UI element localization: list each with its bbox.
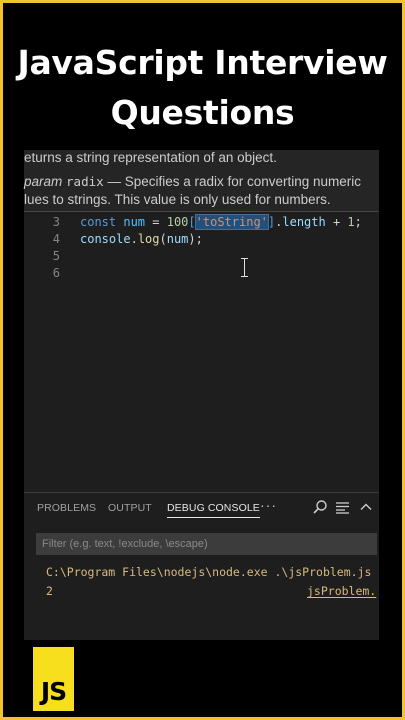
- code-area[interactable]: 3 const num = 100['toString'].length + 1…: [24, 214, 379, 334]
- panel-tabs: PROBLEMS OUTPUT DEBUG CONSOLE ···: [24, 493, 379, 523]
- hover-doc-line-3: lues to strings. This value is only used…: [24, 192, 331, 207]
- line-number: 3: [52, 215, 60, 229]
- operator: +: [325, 215, 348, 229]
- page-title: JavaScript Interview Questions: [0, 38, 405, 138]
- more-actions-button[interactable]: ···: [260, 497, 277, 513]
- property: length: [282, 215, 326, 229]
- param-description: — Specifies a radix for converting numer…: [107, 174, 362, 189]
- keyword: const: [80, 215, 117, 229]
- operator: =: [145, 215, 167, 229]
- code-line[interactable]: 6: [24, 265, 379, 282]
- javascript-logo: JS: [33, 647, 74, 711]
- code-editor[interactable]: eturns a string representation of an obj…: [24, 150, 379, 640]
- number-literal: 100: [166, 215, 189, 229]
- argument: num: [166, 232, 189, 246]
- title-line-1: JavaScript Interview: [17, 43, 388, 82]
- tab-problems[interactable]: PROBLEMS: [37, 502, 96, 514]
- paren-close: );: [188, 232, 203, 246]
- hover-documentation: eturns a string representation of an obj…: [24, 150, 379, 212]
- paren-open: (: [159, 232, 167, 246]
- param-tag: param: [24, 174, 63, 189]
- semicolon: ;: [354, 215, 362, 229]
- title-line-2: Questions: [110, 93, 295, 132]
- logo-text: JS: [40, 677, 67, 706]
- code-text[interactable]: console.log(num);: [80, 231, 203, 248]
- hover-doc-param-line: param radix — Specifies a radix for conv…: [24, 174, 361, 189]
- bracket-open: [: [188, 215, 196, 229]
- code-line[interactable]: 4 console.log(num);: [24, 231, 379, 248]
- output-source-link[interactable]: jsProblem.: [307, 584, 376, 598]
- tab-output[interactable]: OUTPUT: [108, 502, 152, 514]
- line-number: 4: [52, 232, 60, 246]
- dot: .: [130, 232, 138, 246]
- bottom-panel: PROBLEMS OUTPUT DEBUG CONSOLE ··· Filter…: [24, 492, 379, 640]
- tab-debug-console[interactable]: DEBUG CONSOLE: [167, 502, 260, 518]
- chevron-up-icon[interactable]: [358, 499, 374, 515]
- number-literal: 1: [347, 215, 355, 229]
- line-number: 5: [52, 249, 60, 263]
- code-text[interactable]: const num = 100['toString'].length + 1;: [80, 214, 362, 231]
- param-name: radix: [66, 174, 104, 189]
- text-cursor-icon: [240, 258, 250, 278]
- function-name: log: [137, 232, 160, 246]
- hover-doc-line-1: eturns a string representation of an obj…: [24, 150, 277, 165]
- filter-input[interactable]: Filter (e.g. text, !exclude, \escape): [36, 533, 377, 555]
- variable: num: [123, 215, 146, 229]
- code-line[interactable]: 5: [24, 248, 379, 265]
- code-line[interactable]: 3 const num = 100['toString'].length + 1…: [24, 214, 379, 231]
- line-number: 6: [52, 266, 60, 280]
- output-command-line: C:\Program Files\nodejs\node.exe .\jsPro…: [46, 565, 372, 579]
- object: console: [80, 232, 131, 246]
- filter-lines-icon[interactable]: [335, 499, 351, 515]
- output-value: 2: [46, 584, 53, 598]
- search-icon[interactable]: [312, 499, 328, 515]
- selected-string-literal[interactable]: 'toString': [194, 214, 269, 230]
